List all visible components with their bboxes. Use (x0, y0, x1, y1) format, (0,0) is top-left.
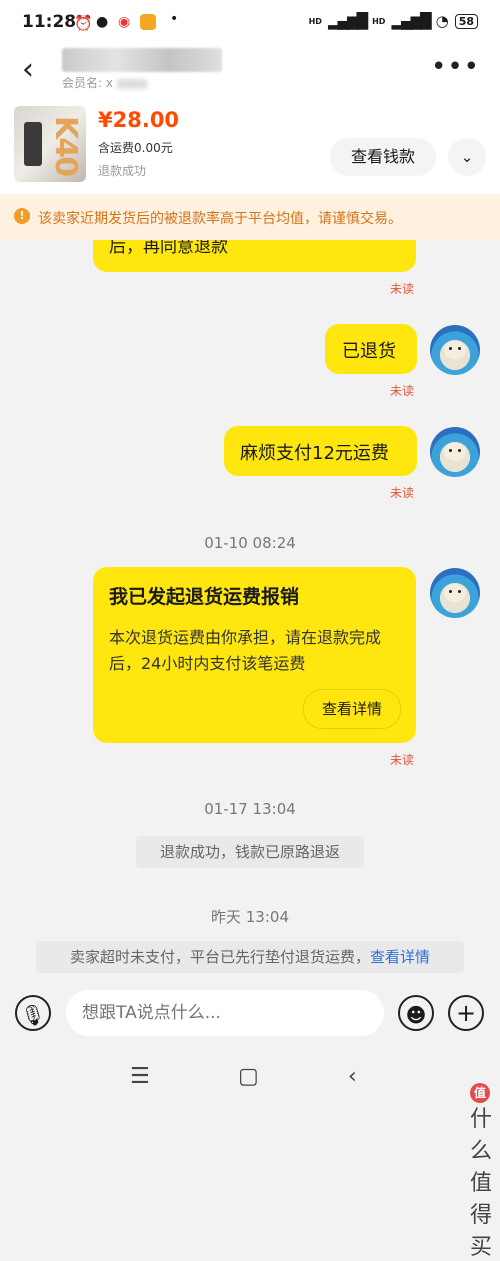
signal-icon-2: ▂▄▆█ (391, 12, 431, 30)
avatar[interactable] (430, 325, 480, 375)
card-title: 我已发起退货运费报销 (109, 586, 300, 608)
avatar[interactable] (430, 568, 480, 618)
watermark: 值 什么值得买 (470, 1083, 492, 1260)
app-dot-icon: ● (96, 14, 109, 30)
product-card[interactable]: K40 ¥28.00 含运费0.00元 退款成功 查看钱款 ⌄ (0, 96, 500, 194)
battery-icon: 58 (454, 13, 478, 29)
microphone-icon[interactable]: 🎙 (15, 995, 51, 1031)
timestamp: 01-10 08:24 (204, 534, 296, 552)
back-icon[interactable]: ‹ (22, 52, 34, 87)
member-name: 会员名: x (62, 74, 147, 91)
chat-title-blurred (62, 48, 222, 72)
back-nav-icon[interactable]: ‹ (348, 1064, 357, 1089)
emoji-icon[interactable]: ☻ (398, 995, 434, 1031)
watermark-text: 什么值得买 (470, 1107, 493, 1260)
warning-icon: ! (14, 208, 30, 224)
wifi-icon: ◔ (435, 12, 449, 30)
phone-shape (24, 122, 42, 166)
refund-status: 退款成功 (98, 164, 147, 178)
view-payment-button[interactable]: 查看钱款 (330, 138, 436, 176)
chat-header: ‹ 会员名: x ••• (0, 46, 500, 96)
signal-icon: ▂▄▆█ (327, 12, 368, 30)
message-input[interactable] (66, 990, 384, 1036)
shipping-info: 含运费0.00元 (98, 141, 173, 155)
watermark-logo-icon: 值 (470, 1083, 490, 1103)
timestamp: 01-17 13:04 (204, 800, 296, 818)
warning-text: 该卖家近期发货后的被退款率高于平台均值，请谨慎交易。 (38, 211, 402, 227)
view-details-link[interactable]: 查看详情 (370, 948, 430, 966)
card-body: 本次退货运费由你承担，请在退款完成后，24小时内支付该笔运费 (109, 628, 382, 673)
system-message-refund: 退款成功，钱款已原路退返 (136, 836, 364, 868)
status-bar: 11:28 ⏰ ● ◉ • HD ▂▄▆█ HD ▂▄▆█ ◔ 58 (0, 0, 500, 46)
unread-label: 未读 (390, 753, 415, 767)
system-message-text: 卖家超时未支付，平台已先行垫付退货运费， (69, 948, 370, 966)
message-bubble[interactable]: 麻烦支付12元运费 (224, 426, 417, 476)
alarm-icon: ⏰ (74, 14, 93, 32)
notes-icon (140, 14, 156, 30)
freight-reimbursement-card[interactable]: 我已发起退货运费报销 本次退货运费由你承担，请在退款完成后，24小时内支付该笔运… (93, 567, 416, 743)
more-icon[interactable]: ••• (431, 52, 480, 82)
timestamp: 昨天 13:04 (211, 908, 289, 926)
product-image-text: K40 (48, 116, 83, 175)
unread-label: 未读 (390, 384, 415, 398)
status-right: HD ▂▄▆█ HD ▂▄▆█ ◔ 58 (309, 12, 478, 30)
member-name-blurred (116, 78, 147, 89)
view-details-button[interactable]: 查看详情 (303, 689, 401, 729)
unread-label: 未读 (390, 486, 415, 500)
dot-icon: • (170, 11, 179, 27)
product-image[interactable]: K40 (14, 106, 86, 182)
message-text: 麻烦支付12元运费 (240, 443, 389, 464)
add-icon[interactable]: + (448, 995, 484, 1031)
message-text: 已退货 (342, 341, 396, 362)
unread-label: 未读 (390, 282, 415, 296)
message-bubble[interactable]: 已退货 (325, 324, 417, 374)
system-nav-bar: ☰ ▢ ‹ 值 什么值得买 (0, 1046, 500, 1260)
input-bar: 🎙 ☻ + (0, 980, 500, 1046)
record-icon: ◉ (118, 14, 131, 30)
signal-hd-label-2: HD (372, 16, 386, 26)
member-label: 会员名: x (62, 76, 113, 90)
chevron-down-icon[interactable]: ⌄ (448, 138, 486, 176)
warning-banner-overlay: ! 该卖家近期发货后的被退款率高于平台均值，请谨慎交易。 (0, 194, 500, 240)
signal-hd-label: HD (308, 16, 322, 26)
product-price: ¥28.00 (98, 108, 180, 132)
avatar[interactable] (430, 427, 480, 477)
home-icon[interactable]: ▢ (238, 1064, 259, 1089)
menu-icon[interactable]: ☰ (130, 1064, 150, 1089)
status-time: 11:28 (22, 12, 77, 32)
system-message-seller-timeout: 卖家超时未支付，平台已先行垫付退货运费，查看详情 (36, 941, 464, 973)
